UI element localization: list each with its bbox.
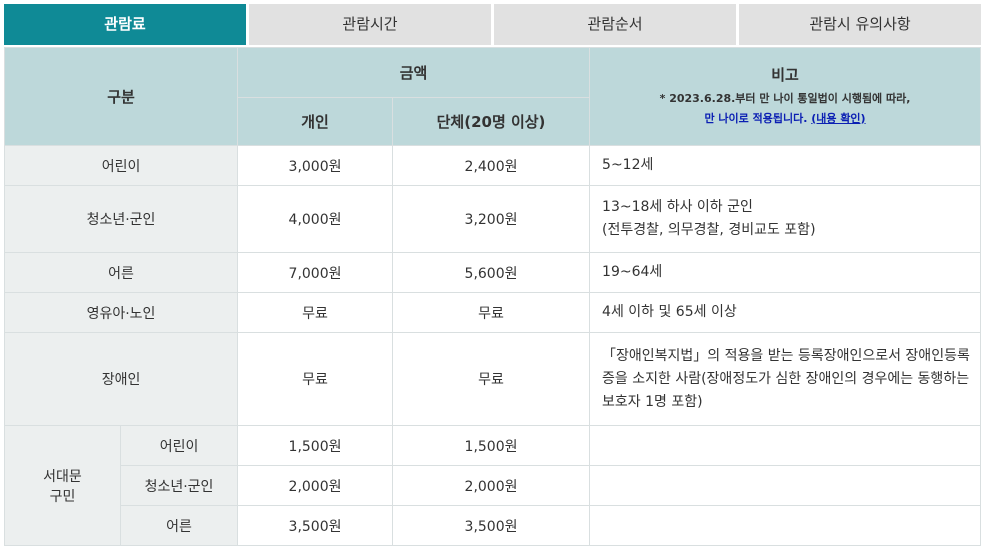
row-label: 청소년·군인 [3,185,239,253]
resident-label: 서대문 구민 [4,425,121,546]
individual-price: 4,000원 [237,185,394,253]
remarks-note-line1: * 2023.6.28.부터 만 나이 통일법이 시행됨에 따라, [659,91,911,105]
row-note: 19~64세 [589,252,982,293]
tab-bar: 관람료 관람시간 관람순서 관람시 유의사항 [4,4,981,45]
group-price: 3,200원 [392,185,591,253]
table-row: 어린이 3,000원 2,400원 5~12세 [3,145,982,186]
tab-admission-fee[interactable]: 관람료 [4,4,246,45]
tab-opening-hours[interactable]: 관람시간 [249,4,491,45]
row-label: 어린이 [119,425,239,466]
row-note: 13~18세 하사 이하 군인 (전투경찰, 의무경찰, 경비교도 포함) [589,185,982,253]
individual-price: 3,000원 [237,145,394,186]
table-row: 어른 7,000원 5,600원 19~64세 [3,252,982,293]
row-note [589,425,982,466]
table-row: 영유아·노인 무료 무료 4세 이하 및 65세 이상 [3,292,982,333]
row-note-line1: 13~18세 하사 이하 군인 [602,199,753,215]
row-label: 청소년·군인 [119,465,239,506]
header-group: 단체(20명 이상) [392,97,591,146]
row-note [589,505,982,546]
individual-price: 3,500원 [237,505,394,546]
resident-label-line2: 구민 [49,488,76,505]
row-note: 「장애인복지법」의 적용을 받는 등록장애인으로서 장애인등록증을 소지한 사람… [589,332,982,426]
row-label: 어른 [3,252,239,293]
group-price: 1,500원 [392,425,591,466]
table-row: 어른 3,500원 3,500원 [5,505,982,546]
individual-price: 7,000원 [237,252,394,293]
group-price: 3,500원 [392,505,591,546]
row-note [589,465,982,506]
row-label: 어른 [119,505,239,546]
remarks-detail-link[interactable]: (내용 확인) [811,112,865,125]
row-note: 5~12세 [589,145,982,186]
table-row: 장애인 무료 무료 「장애인복지법」의 적용을 받는 등록장애인으로서 장애인등… [3,332,982,426]
row-label: 영유아·노인 [3,292,239,333]
header-remarks-cell: 비고 * 2023.6.28.부터 만 나이 통일법이 시행됨에 따라, 만 나… [589,47,982,146]
individual-price: 무료 [237,292,394,333]
individual-price: 2,000원 [237,465,394,506]
header-individual: 개인 [237,97,394,146]
table-row: 청소년·군인 4,000원 3,200원 13~18세 하사 이하 군인 (전투… [3,185,982,253]
table-row: 청소년·군인 2,000원 2,000원 [5,465,982,506]
row-note: 4세 이하 및 65세 이상 [589,292,982,333]
group-price: 무료 [392,292,591,333]
remarks-note-line2: 만 나이로 적용됩니다. (내용 확인) [704,111,866,125]
individual-price: 무료 [237,332,394,426]
table-row: 서대문 구민 어린이 1,500원 1,500원 [4,425,982,546]
group-price: 5,600원 [392,252,591,293]
row-label: 장애인 [3,332,239,426]
individual-price: 1,500원 [237,425,394,466]
row-label: 어린이 [3,145,239,186]
group-price: 2,400원 [392,145,591,186]
resident-label-line1: 서대문 [43,468,82,485]
group-price: 2,000원 [392,465,591,506]
row-note-line2: (전투경찰, 의무경찰, 경비교도 포함) [602,222,816,238]
tab-visit-order[interactable]: 관람순서 [494,4,736,45]
header-amount: 금액 [237,47,591,98]
group-price: 무료 [392,332,591,426]
header-remarks: 비고 [771,65,799,84]
header-category: 구분 [3,47,239,146]
tab-visit-notice[interactable]: 관람시 유의사항 [739,4,981,45]
fee-table: 구분 금액 비고 * 2023.6.28.부터 만 나이 통일법이 시행됨에 따… [3,47,982,546]
